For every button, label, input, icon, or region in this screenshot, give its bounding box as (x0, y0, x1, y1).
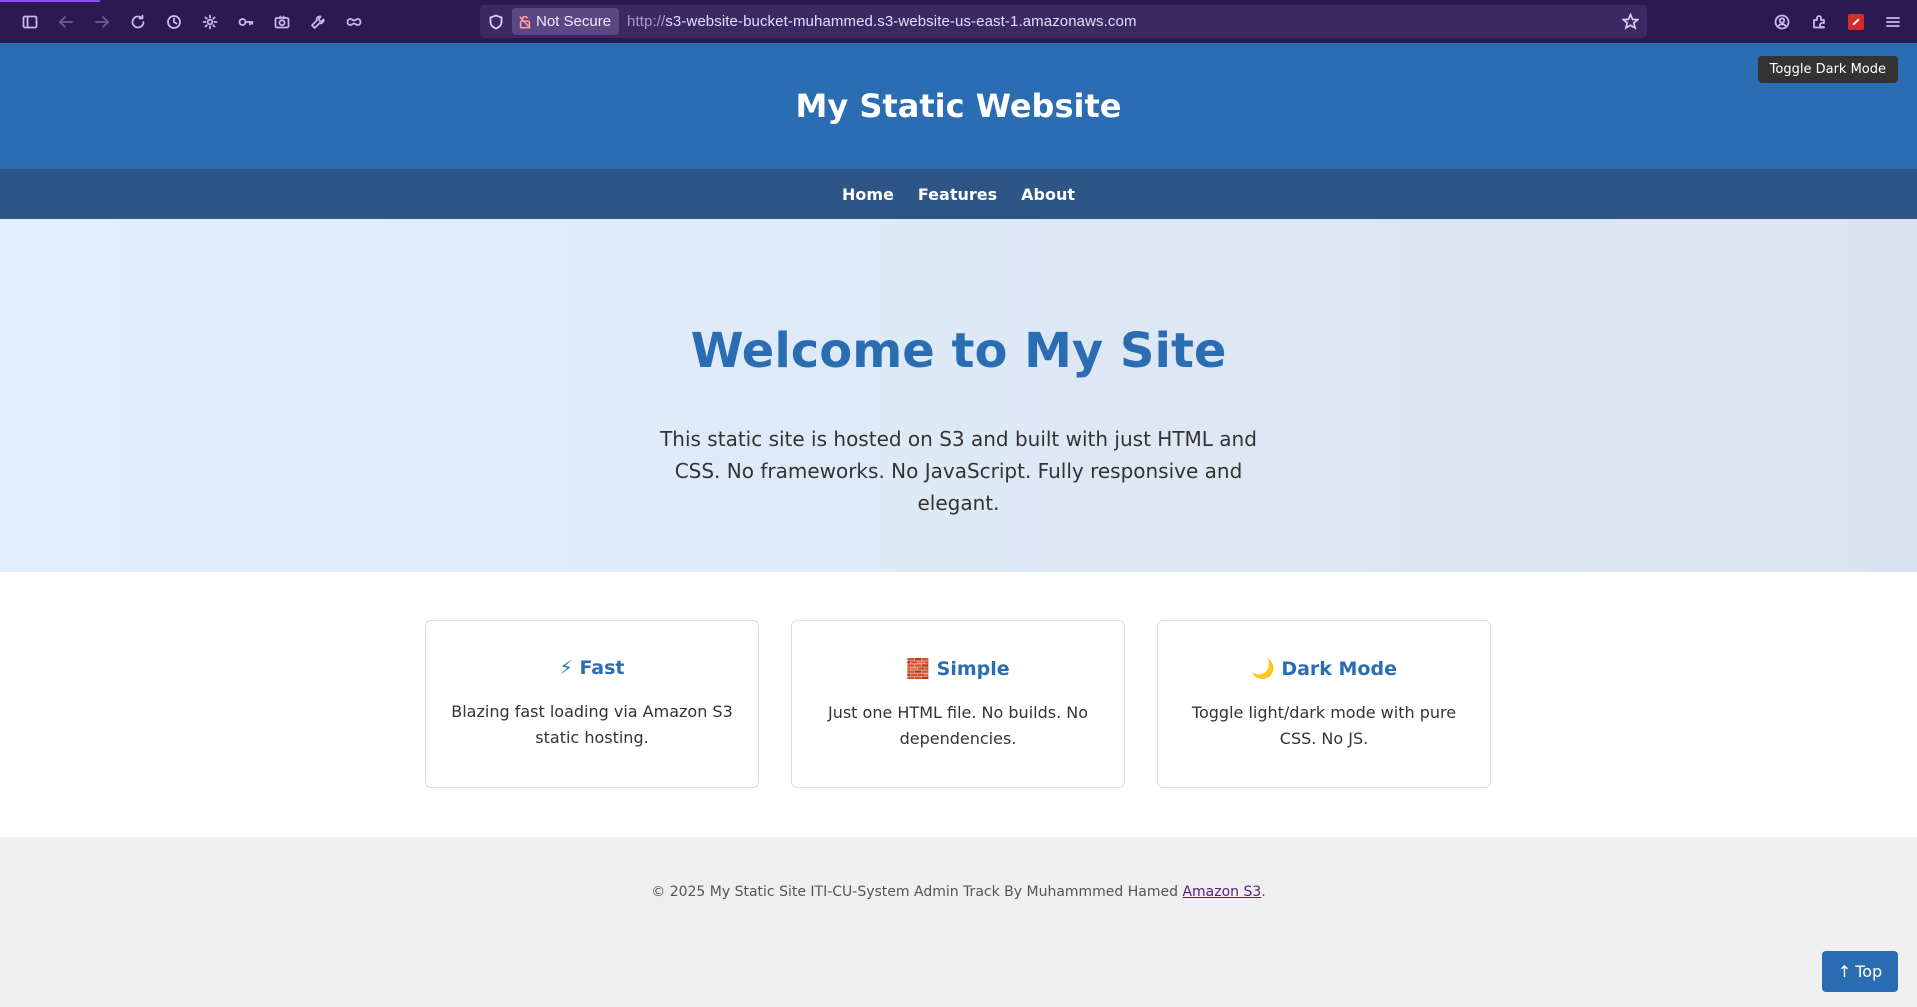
brick-icon: 🧱 (906, 658, 931, 680)
security-label: Not Secure (536, 13, 612, 30)
nav-link-about[interactable]: About (1021, 185, 1075, 204)
key-icon[interactable] (228, 4, 264, 40)
url-host: s3-website-bucket-muhammed.s3-website-us… (665, 13, 1137, 30)
not-secure-badge[interactable]: Not Secure (512, 8, 620, 35)
site-header: My Static Website (0, 43, 1917, 169)
account-icon[interactable] (1763, 4, 1800, 40)
feature-card-fast: ⚡ Fast Blazing fast loading via Amazon S… (425, 620, 759, 788)
feature-card-simple: 🧱 Simple Just one HTML file. No builds. … (791, 620, 1125, 788)
settings-icon[interactable] (192, 4, 228, 40)
feature-text: Blazing fast loading via Amazon S3 stati… (451, 702, 733, 747)
nav-link-features[interactable]: Features (918, 185, 997, 204)
nav-link-home[interactable]: Home (842, 185, 894, 204)
hero-text: This static site is hosted on S3 and bui… (660, 427, 1257, 515)
menu-icon[interactable] (1874, 4, 1911, 40)
amazon-s3-link[interactable]: Amazon S3 (1182, 884, 1261, 900)
feature-text: Toggle light/dark mode with pure CSS. No… (1191, 703, 1457, 748)
footer-text: © 2025 My Static Site ITI-CU-System Admi… (651, 883, 1266, 900)
browser-toolbar: Not Secure http://s3-website-bucket-muha… (0, 0, 1917, 43)
hero-section: Welcome to My Site This static site is h… (0, 219, 1917, 572)
url-text[interactable]: http://s3-website-bucket-muhammed.s3-web… (627, 13, 1137, 30)
hero-title: Welcome to My Site (690, 323, 1227, 379)
tools-icon[interactable] (300, 4, 336, 40)
browser-nav-icons (0, 4, 372, 40)
url-bar[interactable]: Not Secure http://s3-website-bucket-muha… (480, 5, 1647, 38)
lightning-icon: ⚡ (559, 657, 573, 679)
feature-title: ⚡ Fast (559, 657, 625, 679)
private-mask-icon[interactable] (336, 4, 372, 40)
site-nav: Home Features About (0, 169, 1917, 219)
site-footer: © 2025 My Static Site ITI-CU-System Admi… (0, 837, 1917, 946)
feature-title: 🌙 Dark Mode (1251, 658, 1397, 680)
shield-icon[interactable] (480, 5, 512, 38)
feature-card-dark-mode: 🌙 Dark Mode Toggle light/dark mode with … (1157, 620, 1491, 788)
dark-mode-toggle-tooltip[interactable]: Toggle Dark Mode (1757, 56, 1898, 83)
back-icon[interactable] (48, 4, 84, 40)
forward-icon[interactable] (84, 4, 120, 40)
arrow-up-icon: ↑ (1837, 962, 1852, 981)
feature-title: 🧱 Simple (906, 658, 1010, 680)
moon-icon: 🌙 (1251, 658, 1275, 680)
reload-icon[interactable] (120, 4, 156, 40)
pdf-icon[interactable] (1837, 4, 1874, 40)
features-section: ⚡ Fast Blazing fast loading via Amazon S… (0, 572, 1917, 837)
screenshot-icon[interactable] (264, 4, 300, 40)
feature-text: Just one HTML file. No builds. No depend… (827, 703, 1088, 748)
bookmark-star-icon[interactable] (1621, 12, 1640, 34)
site-title: My Static Website (795, 87, 1122, 125)
top-button-label: Top (1855, 962, 1883, 981)
back-to-top-button[interactable]: ↑ Top (1822, 951, 1898, 992)
sidebar-icon[interactable] (12, 4, 48, 40)
tab-indicator (0, 0, 100, 2)
extensions-icon[interactable] (1800, 4, 1837, 40)
broken-lock-icon (519, 15, 531, 29)
browser-right-icons (1763, 4, 1911, 40)
url-protocol: http:// (627, 13, 666, 30)
history-icon[interactable] (156, 4, 192, 40)
